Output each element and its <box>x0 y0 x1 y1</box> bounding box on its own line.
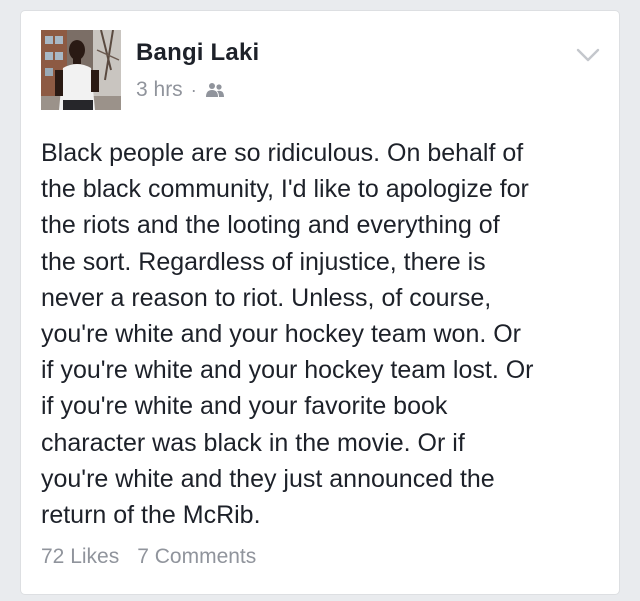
post-meta: 3 hrs · <box>136 78 225 102</box>
post-timestamp[interactable]: 3 hrs <box>136 78 183 102</box>
likes-count[interactable]: 72 Likes <box>41 545 119 569</box>
post-footer: 72 Likes 7 Comments <box>41 545 256 569</box>
post-text: Black people are so ridiculous. On behal… <box>41 139 534 530</box>
author-name[interactable]: Bangi Laki <box>136 38 259 68</box>
post-card: Bangi Laki 3 hrs · Black people are so r… <box>21 11 619 594</box>
avatar[interactable] <box>41 30 121 110</box>
meta-separator: · <box>190 79 197 100</box>
footer-gap <box>119 545 137 569</box>
comments-count[interactable]: 7 Comments <box>137 545 256 569</box>
friends-icon[interactable] <box>205 82 225 98</box>
chevron-down-icon[interactable] <box>575 45 601 65</box>
avatar-photo <box>41 30 121 110</box>
